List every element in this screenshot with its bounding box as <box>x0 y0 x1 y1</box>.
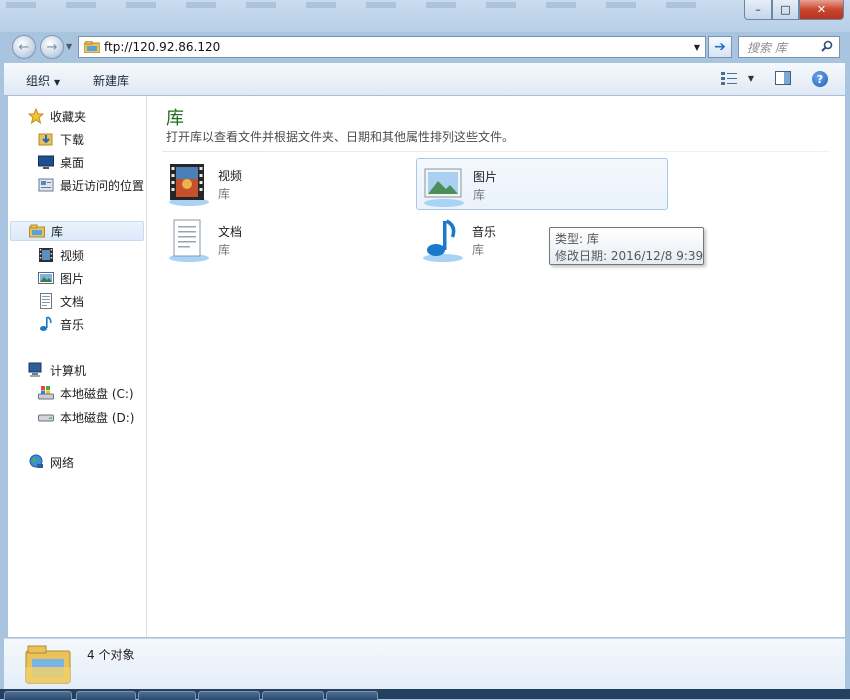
library-name: 视频 <box>218 169 243 183</box>
tooltip: 类型: 库 修改日期: 2016/12/8 9:39 <box>549 227 704 265</box>
search-icon[interactable] <box>821 40 839 55</box>
network-globe-icon <box>28 454 44 470</box>
downloads-folder-icon <box>38 131 54 147</box>
go-button[interactable]: ➔ <box>708 36 732 58</box>
libraries-folder-icon <box>29 223 45 239</box>
address-dropdown-icon[interactable]: ▼ <box>689 43 705 52</box>
library-type: 库 <box>218 243 231 257</box>
page-title: 库 <box>166 108 184 129</box>
sidebar-item-label: 桌面 <box>60 155 85 170</box>
sidebar-item-desktop[interactable]: 桌面 <box>38 152 84 172</box>
sidebar-item-label: 图片 <box>60 271 85 286</box>
title-bar-background <box>6 2 706 8</box>
library-folder-icon <box>83 40 101 54</box>
video-icon <box>38 247 54 263</box>
recent-pages-dropdown[interactable]: ▼ <box>66 42 72 51</box>
taskbar <box>0 689 850 700</box>
organize-label: 组织 <box>26 74 51 88</box>
sidebar-item-downloads[interactable]: 下载 <box>38 129 84 149</box>
help-button[interactable]: ? <box>812 71 828 87</box>
help-icon: ? <box>816 72 824 86</box>
command-bar: 组织 ▼ 新建库 ▼ ? <box>4 63 845 96</box>
library-name: 图片 <box>473 170 498 184</box>
back-arrow-icon: ← <box>18 39 30 55</box>
sidebar-item-label: 音乐 <box>60 317 85 332</box>
library-type: 库 <box>473 188 486 202</box>
star-icon <box>27 107 45 125</box>
documents-icon <box>38 293 54 309</box>
sidebar-favorites-label: 收藏夹 <box>50 109 87 124</box>
search-input[interactable]: 搜索 库 <box>739 39 821 56</box>
library-name: 文档 <box>218 225 243 239</box>
library-tile-videos[interactable]: 视频 库 <box>162 158 412 208</box>
navigation-pane: 收藏夹 下载 桌面 最近访问的位置 库 视频 图片 文档 音乐 计算机 本地磁盘… <box>8 96 147 637</box>
new-library-button[interactable]: 新建库 <box>93 72 129 89</box>
sidebar-libraries[interactable]: 库 <box>10 221 144 241</box>
forward-button[interactable]: → <box>40 35 64 59</box>
change-view-button[interactable] <box>720 70 738 86</box>
library-tile-pictures[interactable]: 图片 库 <box>416 158 668 210</box>
maximize-button[interactable]: □ <box>772 0 799 20</box>
sidebar-item-documents[interactable]: 文档 <box>38 291 84 311</box>
sidebar-item-pictures[interactable]: 图片 <box>38 268 84 288</box>
tooltip-type: 类型: 库 <box>555 232 599 246</box>
organize-menu[interactable]: 组织 ▼ <box>26 72 60 89</box>
pictures-library-icon <box>421 163 467 209</box>
sidebar-network[interactable]: 网络 <box>28 452 74 472</box>
item-count: 4 个对象 <box>87 648 135 662</box>
sidebar-item-label: 本地磁盘 (D:) <box>60 410 135 425</box>
video-library-icon <box>166 162 212 208</box>
documents-library-icon <box>166 218 212 264</box>
sidebar-item-drive-c[interactable]: 本地磁盘 (C:) <box>38 383 134 403</box>
sidebar-item-label: 视频 <box>60 248 85 263</box>
recent-places-icon <box>38 177 54 193</box>
sidebar-computer[interactable]: 计算机 <box>28 360 86 380</box>
minimize-button[interactable]: – <box>744 0 772 20</box>
library-tile-documents[interactable]: 文档 库 <box>162 214 412 264</box>
sidebar-item-label: 本地磁盘 (C:) <box>60 386 134 401</box>
desktop-icon <box>38 154 54 170</box>
window-controls: – □ ✕ <box>744 0 844 20</box>
back-button[interactable]: ← <box>12 35 36 59</box>
header-divider <box>162 151 830 152</box>
system-drive-icon <box>38 385 54 401</box>
chevron-down-icon: ▼ <box>54 78 61 87</box>
page-description: 打开库以查看文件并根据文件夹、日期和其他属性排列这些文件。 <box>166 130 515 144</box>
sidebar-item-label: 文档 <box>60 294 85 309</box>
sidebar-item-label: 最近访问的位置 <box>60 178 145 193</box>
hard-drive-icon <box>38 409 54 425</box>
address-input[interactable]: ftp://120.92.86.120 <box>104 40 689 54</box>
view-options-dropdown[interactable]: ▼ <box>742 70 760 86</box>
music-note-icon <box>38 316 54 332</box>
sidebar-item-music[interactable]: 音乐 <box>38 314 84 334</box>
tooltip-modified: 修改日期: 2016/12/8 9:39 <box>555 249 704 263</box>
sidebar-favorites[interactable]: 收藏夹 <box>27 106 87 126</box>
details-pane: 4 个对象 <box>4 638 845 689</box>
address-bar[interactable]: ftp://120.92.86.120 ▼ <box>78 36 706 58</box>
library-type: 库 <box>472 243 485 257</box>
library-folder-large-icon <box>24 643 72 685</box>
music-library-icon <box>420 218 466 264</box>
library-type: 库 <box>218 187 231 201</box>
view-details-icon <box>721 72 737 85</box>
sidebar-computer-label: 计算机 <box>50 363 87 378</box>
sidebar-item-recent-places[interactable]: 最近访问的位置 <box>38 175 144 195</box>
computer-icon <box>28 362 44 378</box>
file-list-pane: 库 打开库以查看文件并根据文件夹、日期和其他属性排列这些文件。 视频 库 图片 … <box>147 96 845 637</box>
go-arrow-icon: ➔ <box>714 39 726 55</box>
sidebar-libraries-label: 库 <box>51 224 64 239</box>
sidebar-item-videos[interactable]: 视频 <box>38 245 84 265</box>
pictures-icon <box>38 270 54 286</box>
sidebar-network-label: 网络 <box>50 455 75 470</box>
preview-pane-button[interactable] <box>774 70 792 86</box>
preview-pane-icon <box>775 71 791 85</box>
close-button[interactable]: ✕ <box>799 0 844 20</box>
search-box[interactable]: 搜索 库 <box>738 36 840 58</box>
library-name: 音乐 <box>472 225 497 239</box>
sidebar-item-label: 下载 <box>60 132 85 147</box>
forward-arrow-icon: → <box>46 39 58 55</box>
title-bar: – □ ✕ <box>0 0 850 32</box>
sidebar-item-drive-d[interactable]: 本地磁盘 (D:) <box>38 407 134 427</box>
